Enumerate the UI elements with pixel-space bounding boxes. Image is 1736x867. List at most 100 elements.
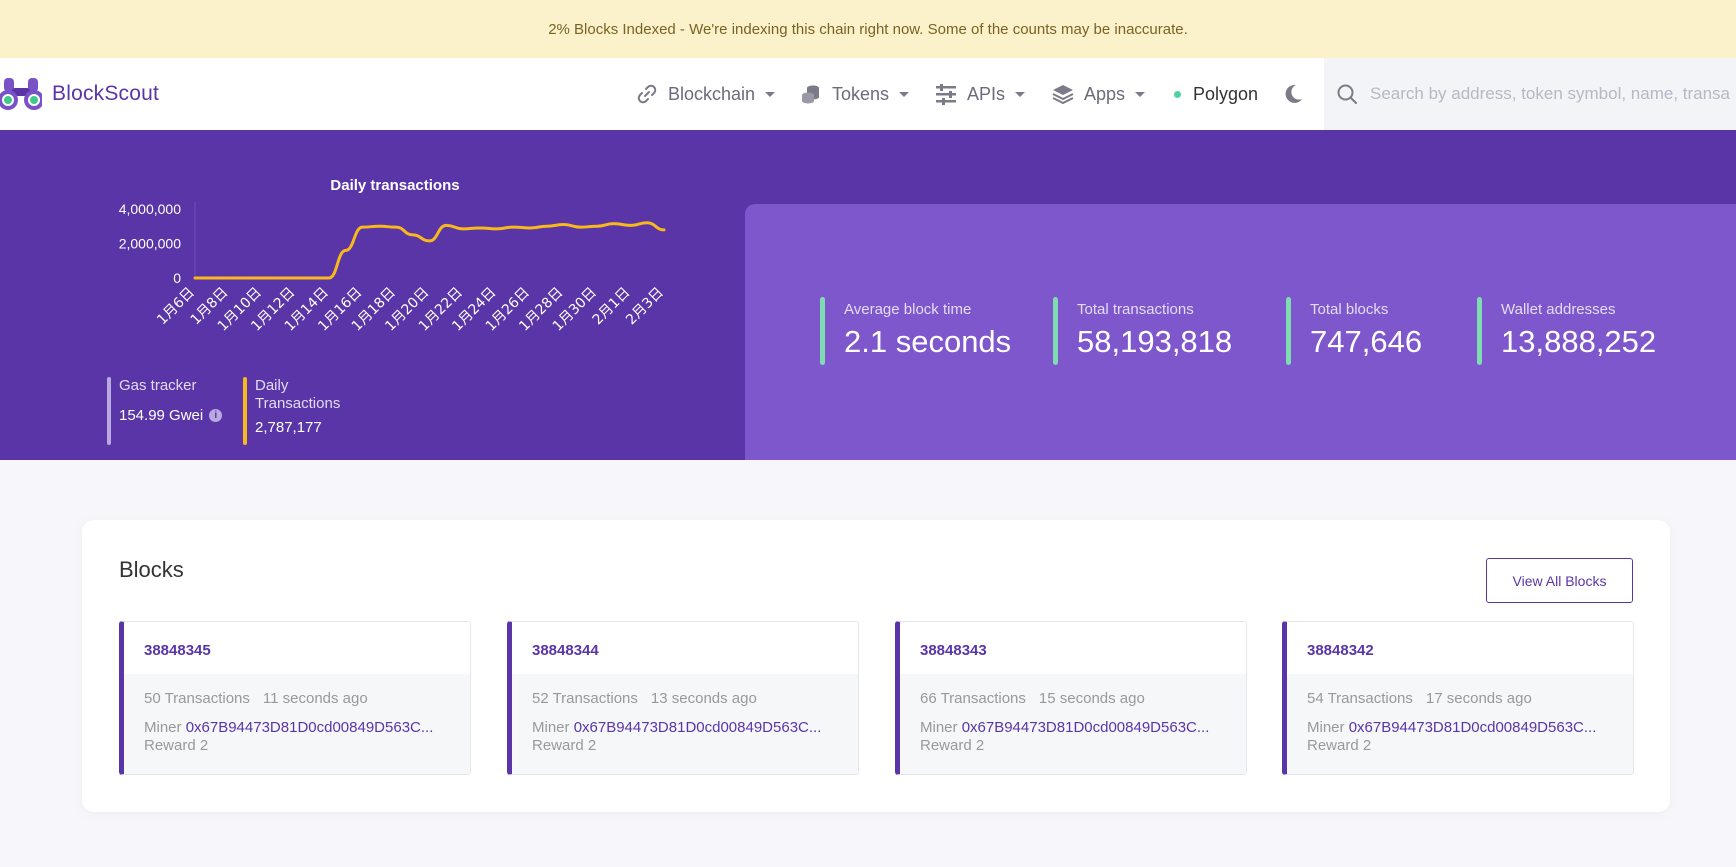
miner-address-link[interactable]: 0x67B94473D81D0cd00849D563C... [962,719,1210,736]
miner-label: Miner [920,719,958,736]
daily-transactions-label-line2: Transactions [255,395,341,412]
data-point [394,225,398,229]
stat-label: Average block time [844,301,972,318]
nav-apps[interactable]: Apps [1052,58,1146,130]
data-point [646,221,649,224]
info-icon[interactable]: i [209,409,223,422]
data-point [193,276,197,280]
brand-name: BlockScout [52,82,160,105]
block-reward: Reward 2 [532,737,597,754]
y-tick-label: 2,000,000 [119,236,181,252]
block-reward: Reward 2 [1307,737,1372,754]
block-tile: 38848344 52 Transactions 13 seconds ago M… [507,621,859,775]
y-tick-label: 4,000,000 [119,201,181,217]
view-all-blocks-button[interactable]: View All Blocks [1486,558,1633,603]
miner-label: Miner [144,719,182,736]
data-point [277,276,280,280]
search-bar[interactable] [1324,58,1736,130]
network-stats-panel: Average block time 2.1 seconds Total tra… [745,204,1736,460]
sliders-icon [936,84,956,105]
stat-accent-bar [820,297,825,365]
data-point [327,276,331,280]
chevron-down-icon [899,91,910,97]
data-point [428,239,431,243]
nav-tokens[interactable]: Tokens [800,58,910,130]
data-point [528,226,532,230]
gas-tracker-accent-bar [107,377,111,445]
stat-accent-bar [1286,297,1291,365]
moon-icon [1285,84,1302,103]
nav-apis[interactable]: APIs [935,58,1026,130]
stat-value: 2.1 seconds [844,324,1012,359]
block-transactions: 50 Transactions [144,690,250,707]
indexing-banner: 2% Blocks Indexed - We're indexing this … [0,0,1736,58]
block-age: 13 seconds ago [650,690,757,707]
block-tile: 38848342 54 Transactions 17 seconds ago M… [1282,621,1634,775]
chevron-down-icon [1135,91,1146,97]
daily-transactions-label-line1: Daily [255,377,289,394]
data-point [361,225,364,229]
block-number-link[interactable]: 38848343 [920,642,987,659]
data-point [227,276,230,280]
data-point [595,225,599,228]
data-point [662,228,666,232]
blocks-title: Blocks [119,557,184,582]
data-point [478,226,481,230]
block-age: 17 seconds ago [1425,690,1532,707]
chevron-down-icon [765,91,776,97]
data-point [294,276,297,280]
data-point [562,223,565,226]
data-point [445,224,448,227]
data-point [545,225,548,228]
block-age: 11 seconds ago [262,690,368,707]
miner-address-link[interactable]: 0x67B94473D81D0cd00849D563C... [1349,719,1597,736]
network-status-dot [1174,90,1181,98]
miner-address-link[interactable]: 0x67B94473D81D0cd00849D563C... [574,719,822,736]
daily-transactions-line [193,221,666,280]
block-age: 15 seconds ago [1038,690,1145,707]
nav-blockchain[interactable]: Blockchain [636,58,776,130]
stat-accent-bar [1477,297,1482,365]
block-number-link[interactable]: 38848344 [532,642,599,659]
chevron-down-icon [1015,91,1026,97]
nav-blockchain-label: Blockchain [668,83,756,104]
miner-address-link[interactable]: 0x67B94473D81D0cd00849D563C... [186,719,434,736]
daily-transactions-chart: 4,000,0002,000,00001月6日1月8日1月10日1月12日1月1… [119,201,667,335]
miner-label: Miner [532,719,570,736]
gas-tracker-stat: Gas tracker 154.99 Gwei i [107,377,223,445]
daily-transactions-accent-bar [243,377,247,445]
block-transactions: 54 Transactions [1307,690,1413,707]
stat-accent-bar [1053,297,1058,365]
data-point [260,276,264,280]
block-number-link[interactable]: 38848345 [144,642,211,659]
data-point [311,276,314,280]
dark-mode-toggle[interactable] [1282,58,1314,130]
nav-tokens-label: Tokens [832,83,890,104]
block-tile: 38848343 66 Transactions 15 seconds ago M… [895,621,1247,775]
data-point [579,225,582,229]
block-tile: 38848345 50 Transactions 11 seconds ago M… [119,621,471,775]
nav-apis-label: APIs [967,83,1006,104]
top-navbar: BlockScout Blockchain Tokens APIs Apps P… [0,58,1736,130]
block-transactions: 66 Transactions [920,690,1026,707]
indexing-banner-text: 2% Blocks Indexed - We're indexing this … [548,20,1188,38]
network-label: Polygon [1193,83,1259,104]
link-icon [637,84,657,104]
stat-value: 747,646 [1310,324,1423,359]
nav-apps-label: Apps [1084,83,1126,104]
data-point [244,276,247,280]
gas-tracker-label: Gas tracker [119,377,197,394]
data-point [512,225,515,229]
search-input[interactable] [1370,84,1730,104]
blocks-card: Blocks View All Blocks 38848345 50 Trans… [82,520,1670,812]
daily-transactions-stat: Daily Transactions 2,787,177 [243,377,341,445]
data-point [495,227,498,231]
stat-total-transactions: Total transactions 58,193,818 [1053,297,1232,365]
data-point [461,227,465,231]
network-selector[interactable]: Polygon [1174,58,1258,130]
stat-label: Total blocks [1310,301,1389,318]
block-number-link[interactable]: 38848342 [1307,642,1374,659]
binoculars-logo-icon [0,78,42,110]
brand-logo-link[interactable]: BlockScout [0,76,159,112]
data-point [612,222,615,225]
